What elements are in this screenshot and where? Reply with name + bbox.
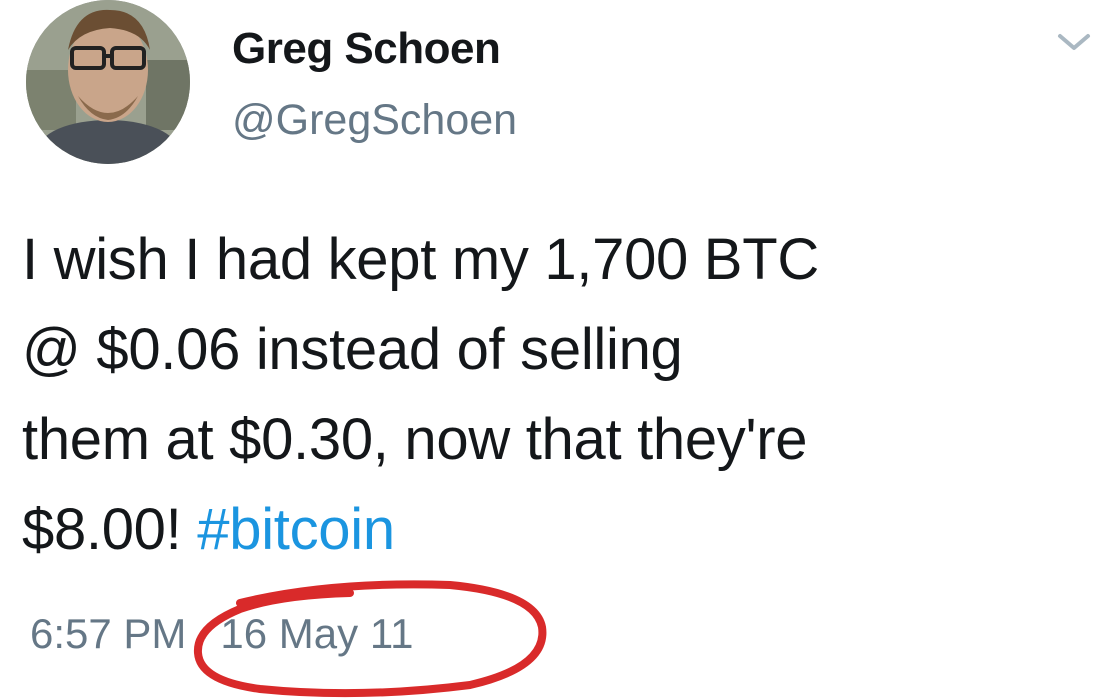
tweet-card: Greg Schoen @GregSchoen I wish I had kep… xyxy=(0,0,1100,698)
tweet-text-line: I wish I had kept my 1,700 BTC xyxy=(22,227,819,292)
tweet-menu-button[interactable] xyxy=(1056,30,1092,54)
tweet-text-line: $8.00! #bitcoin xyxy=(22,485,1092,575)
tweet-body: I wish I had kept my 1,700 BTC @ $0.06 i… xyxy=(22,215,1092,575)
user-handle[interactable]: @GregSchoen xyxy=(232,96,517,145)
tweet-text-segment: $8.00! xyxy=(22,497,198,562)
user-photo-icon xyxy=(26,0,190,164)
chevron-down-icon xyxy=(1058,34,1090,50)
tweet-timestamp[interactable]: 6:57 PM · 16 May 11 xyxy=(30,610,413,658)
tweet-text-line: @ $0.06 instead of selling xyxy=(22,317,683,382)
tweet-date: 16 May 11 xyxy=(220,610,414,657)
timestamp-separator: · xyxy=(196,610,211,657)
display-name[interactable]: Greg Schoen xyxy=(232,24,501,74)
tweet-time: 6:57 PM xyxy=(30,610,187,657)
tweet-text-line: them at $0.30, now that they're xyxy=(22,407,808,472)
avatar[interactable] xyxy=(26,0,190,164)
hashtag-link[interactable]: #bitcoin xyxy=(197,497,395,562)
